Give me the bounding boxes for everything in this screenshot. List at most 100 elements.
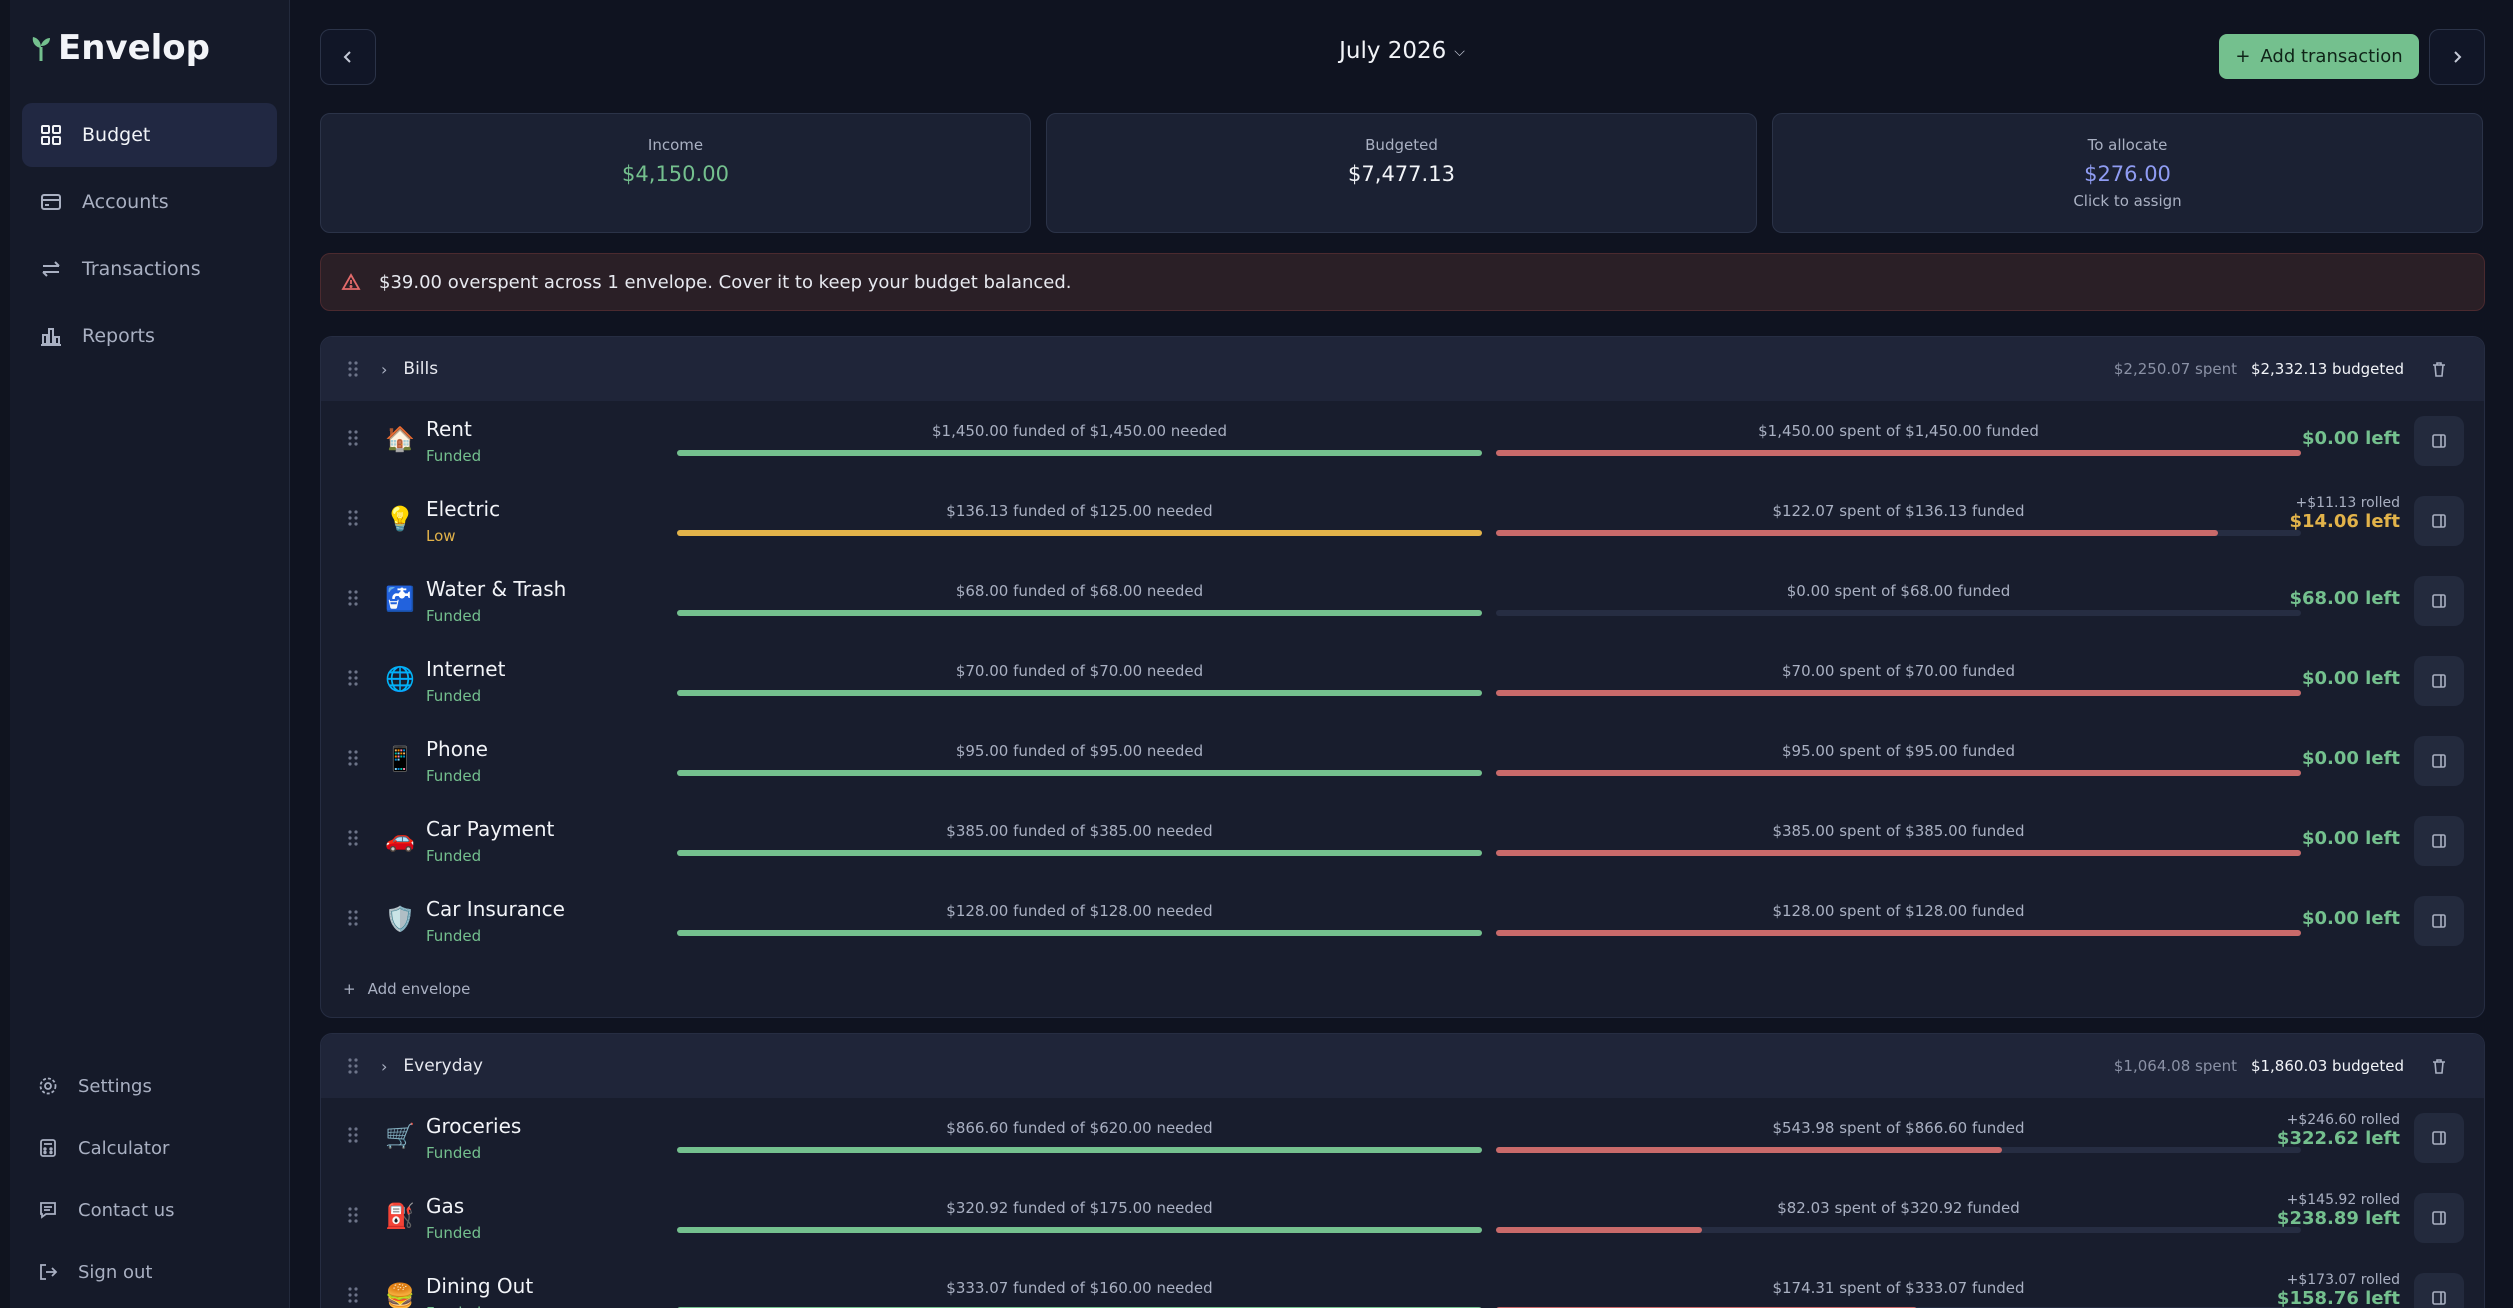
to-allocate-card[interactable]: To allocate $276.00 Click to assign [1772,113,2483,233]
sidebar-item-sign-out[interactable]: Sign out [22,1241,277,1303]
envelope-details-button[interactable] [2414,656,2464,706]
chevron-right-icon[interactable]: › [381,1057,387,1076]
income-card: Income $4,150.00 [320,113,1031,233]
funded-progress-bar [677,1227,1482,1233]
drag-handle-icon[interactable] [347,1206,359,1224]
funded-progress-fill [677,930,1482,936]
panel-icon [2432,1211,2446,1225]
envelope-row[interactable]: 🏠 Rent Funded $1,450.00 funded of $1,450.00… [321,401,2484,481]
envelope-details-button[interactable] [2414,496,2464,546]
funded-progress-bar [677,930,1482,936]
sidebar-item-transactions[interactable]: Transactions [22,237,277,301]
sidebar-item-label: Transactions [82,258,201,280]
envelope-row[interactable]: 📱 Phone Funded $95.00 funded of $95.00 need… [321,721,2484,801]
drag-handle-icon[interactable] [347,1057,359,1075]
trash-icon[interactable] [2430,1057,2448,1075]
month-selector[interactable]: July 2026 ⌵ [320,38,2484,64]
spent-progress-bar [1496,610,2301,616]
envelope-details-button[interactable] [2414,816,2464,866]
chevron-right-icon [2454,51,2462,63]
envelope-status: Funded [426,1304,481,1308]
envelope-status: Funded [426,927,482,945]
group-spent: $2,250.07 spent [2113,360,2237,378]
envelope-details-button[interactable] [2414,576,2464,626]
drag-handle-icon[interactable] [347,429,359,447]
funded-label: $70.00 funded of $70.00 needed [955,662,1204,680]
drag-handle-icon[interactable] [347,589,359,607]
drag-handle-icon[interactable] [347,1286,359,1304]
envelope-status: Funded [426,447,482,465]
trash-icon[interactable] [2430,360,2448,378]
envelope-details-button[interactable] [2414,416,2464,466]
envelope-details-button[interactable] [2414,1273,2464,1308]
add-envelope-button[interactable]: + Add envelope [321,961,2484,1017]
envelope-details-button[interactable] [2414,1193,2464,1243]
drag-handle-icon[interactable] [347,749,359,767]
to-allocate-label: To allocate [2087,136,2168,154]
rolled-amount: +$246.60 rolled [2286,1112,2400,1128]
drag-handle-icon[interactable] [347,829,359,847]
sidebar-item-accounts[interactable]: Accounts [22,170,277,234]
drag-handle-icon[interactable] [347,1126,359,1144]
budgeted-card: Budgeted $7,477.13 [1046,113,1757,233]
envelope-icon: 🏠 [385,425,415,453]
envelope-row[interactable]: 🚰 Water & Trash Funded $68.00 funded of $68… [321,561,2484,641]
budgeted-label: Budgeted [1365,136,1438,154]
envelope-row[interactable]: 🌐 Internet Funded $70.00 funded of $70.00 n… [321,641,2484,721]
budgeted-value: $7,477.13 [1348,162,1455,186]
drag-handle-icon[interactable] [347,360,359,378]
envelope-status: Funded [426,847,482,865]
sidebar-edge [0,0,10,1308]
envelope-row[interactable]: ⛽ Gas Funded $320.92 funded of $175.00 need… [321,1178,2484,1258]
sidebar-item-calculator[interactable]: Calculator [22,1117,277,1179]
envelope-row[interactable]: 🍔 Dining Out Funded $333.07 funded of $160.… [321,1258,2484,1308]
funded-label: $333.07 funded of $160.00 needed [946,1279,1213,1297]
envelope-name: Car Payment [426,817,555,841]
chat-icon [40,1202,56,1219]
envelope-name: Water & Trash [426,577,567,601]
overspent-alert: $39.00 overspent across 1 envelope. Cove… [320,253,2485,311]
spent-label: $95.00 spent of $95.00 funded [1781,742,2016,760]
chevron-right-icon[interactable]: › [381,360,387,379]
funded-label: $1,450.00 funded of $1,450.00 needed [931,422,1227,440]
spent-progress-fill [1496,1147,2002,1153]
funded-progress-fill [677,1227,1482,1233]
drag-handle-icon[interactable] [347,909,359,927]
envelope-details-button[interactable] [2414,736,2464,786]
envelope-row[interactable]: 🚗 Car Payment Funded $385.00 funded of $385… [321,801,2484,881]
left-amount: $14.06 left [2289,511,2400,532]
group-header[interactable]: › Bills $2,250.07 spent $2,332.13 budgeted [321,337,2484,401]
funded-label: $320.92 funded of $175.00 needed [946,1199,1213,1217]
funded-label: $128.00 funded of $128.00 needed [946,902,1213,920]
envelope-name: Rent [426,417,472,441]
alert-text: $39.00 overspent across 1 envelope. Cove… [379,271,1072,293]
left-amount: $158.76 left [2276,1288,2400,1308]
sidebar-item-contact[interactable]: Contact us [22,1179,277,1241]
envelope-icon: 🛒 [385,1122,415,1150]
group-header[interactable]: › Everyday $1,064.08 spent $1,860.03 budget… [321,1034,2484,1098]
grid-icon [41,125,61,145]
sidebar-item-budget[interactable]: Budget [22,103,277,167]
sidebar-item-reports[interactable]: Reports [22,304,277,368]
funded-progress-bar [677,610,1482,616]
envelope-details-button[interactable] [2414,1113,2464,1163]
envelope-details-button[interactable] [2414,896,2464,946]
envelope-row[interactable]: 🛡️ Car Insurance Funded $128.00 funded of $… [321,881,2484,961]
drag-handle-icon[interactable] [347,669,359,687]
month-label: July 2026 [1339,38,1447,64]
topbar: July 2026 ⌵ + Add transaction [320,0,2485,112]
add-transaction-button[interactable]: + Add transaction [2219,34,2419,79]
envelope-left: $0.00 left [2302,668,2400,689]
spent-label: $385.00 spent of $385.00 funded [1772,822,2025,840]
envelope-status: Funded [426,1144,482,1162]
spent-progress-fill [1496,1227,1703,1233]
envelope-left: +$11.13 rolled $14.06 left [2289,495,2400,532]
envelope-row[interactable]: 🛒 Groceries Funded $866.60 funded of $620.0… [321,1098,2484,1178]
envelope-status: Funded [426,1224,482,1242]
app-logo[interactable]: Envelop [30,28,210,68]
envelope-icon: ⛽ [385,1202,415,1230]
envelope-row[interactable]: 💡 Electric Low $136.13 funded of $125.00 ne… [321,481,2484,561]
sidebar-item-settings[interactable]: Settings [22,1055,277,1117]
next-month-button[interactable] [2429,29,2485,85]
drag-handle-icon[interactable] [347,509,359,527]
